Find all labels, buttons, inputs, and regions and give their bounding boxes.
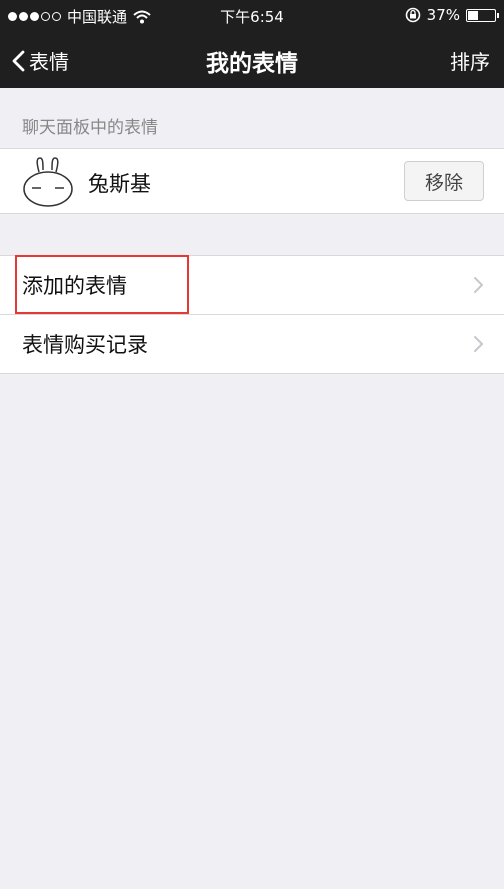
chevron-right-icon	[474, 277, 483, 293]
menu-item-label: 添加的表情	[22, 274, 127, 298]
rotation-lock-icon	[405, 7, 420, 23]
section-header: 聊天面板中的表情	[22, 118, 158, 138]
menu-item-purchase-history[interactable]: 表情购买记录	[0, 314, 504, 373]
navigation-bar: 表情 我的表情 排序	[0, 32, 504, 88]
menu-item-added-stickers[interactable]: 添加的表情	[0, 256, 504, 314]
chevron-right-icon	[474, 336, 483, 352]
status-bar: 中国联通 下午6:54 37%	[0, 0, 504, 32]
back-label: 表情	[29, 50, 69, 74]
page-title: 我的表情	[206, 51, 298, 77]
rabbit-sticker-icon	[23, 157, 73, 207]
remove-button[interactable]: 移除	[404, 161, 484, 201]
chevron-left-icon	[12, 50, 25, 71]
sticker-pack-row: 兔斯基 移除	[0, 148, 504, 214]
sticker-pack-name: 兔斯基	[88, 172, 151, 196]
status-right: 37%	[405, 6, 499, 24]
menu-item-label: 表情购买记录	[22, 333, 148, 357]
menu-list: 添加的表情 表情购买记录	[0, 255, 504, 374]
battery-percent: 37%	[426, 6, 460, 24]
back-button[interactable]: 表情	[12, 46, 69, 75]
sort-button[interactable]: 排序	[450, 46, 490, 75]
battery-icon	[466, 8, 499, 22]
